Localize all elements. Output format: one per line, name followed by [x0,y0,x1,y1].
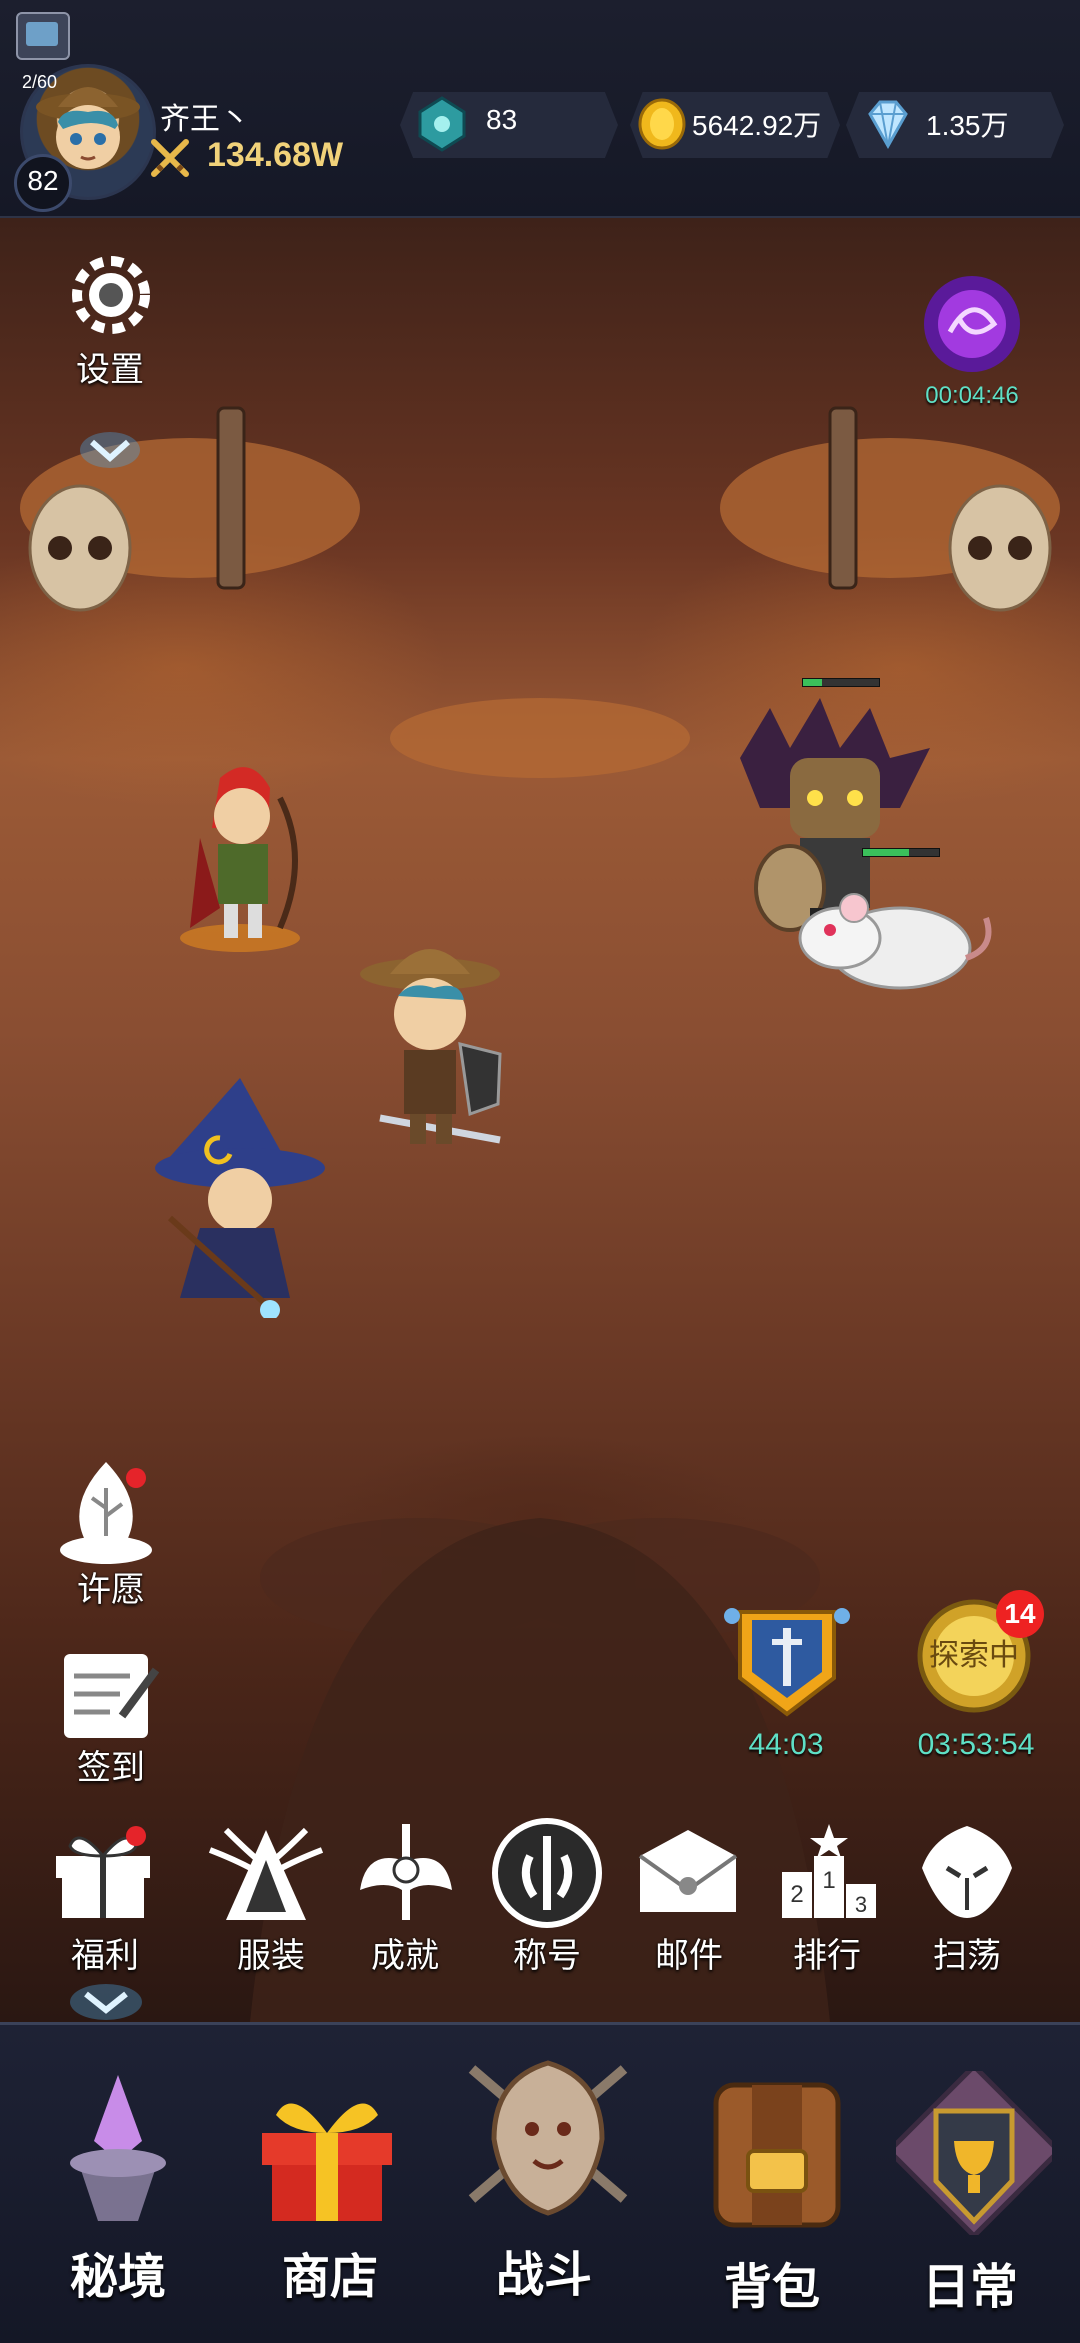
svg-text:2: 2 [790,1881,803,1908]
collapse-chevron-icon[interactable] [68,1982,144,2022]
player-name: 齐王丶 [160,103,250,136]
portal-timer: 00:04:46 [925,382,1019,409]
welfare-notification-dot [126,1826,146,1846]
gift-box-icon [262,2103,392,2221]
explore-timer: 03:53:54 [917,1728,1035,1761]
svg-text:1: 1 [822,1867,835,1894]
enemy-rat-hp-bar [862,848,940,857]
dragon-icon[interactable] [912,1818,1022,1922]
antler-icon[interactable] [206,1820,326,1924]
signin-label[interactable]: 签到 [46,1740,176,1789]
gold-count: 5642.92万 [692,110,822,141]
enemy-rat [798,893,992,990]
lion-crest-icon [468,2060,628,2216]
crossed-swords-icon [151,139,189,177]
battle-banner-icon[interactable] [722,1602,852,1722]
top-status-bar: 2/60 82 齐王丶 134.68W 83 5642.92万 1.35万 [0,0,1080,218]
enemy-boss-hp-bar [802,678,880,687]
function-row: 福利 服装 成就 称号 邮件 2 1 3 排行 扫荡 [0,1808,1080,2008]
explore-count-badge: 14 [996,1590,1044,1638]
nav-daily[interactable]: 日常 [880,2071,1068,2321]
gold-coin-icon [638,98,686,150]
svg-text:3: 3 [855,1892,867,1917]
nav-label-daily: 日常 [921,2261,1018,2314]
nav-battle[interactable]: 战斗 [454,2049,642,2319]
func-label-ranking[interactable]: 排行 [762,1928,892,1977]
title-emblem-icon[interactable] [490,1816,604,1930]
chevron-down-icon[interactable] [78,430,142,470]
nav-shop[interactable]: 商店 [236,2071,424,2321]
stamina-counter: 2/60 [22,72,58,92]
bottom-navigation: 秘境 商店 战斗 背包 日常 [0,2022,1080,2343]
nav-label-backpack: 背包 [723,2261,820,2314]
signin-notepad-icon[interactable] [60,1646,160,1742]
battle-timer: 44:03 [748,1728,824,1761]
portal-orb-icon[interactable] [920,272,1024,376]
wish-notification-dot [126,1468,146,1488]
crystal-island-icon [70,2075,166,2221]
gem-count: 83 [486,104,518,135]
gear-icon[interactable] [66,250,156,340]
hero-knight [360,949,502,1144]
wing-sword-icon[interactable] [356,1820,456,1924]
func-label-mail[interactable]: 邮件 [624,1928,754,1977]
nav-backpack[interactable]: 背包 [682,2071,870,2321]
hero-wizard [155,1078,325,1318]
podium-icon[interactable]: 2 1 3 [778,1818,878,1922]
diamond-count: 1.35万 [926,110,1009,141]
combat-power-value: 134.68W [207,136,344,174]
tv-icon[interactable] [16,12,70,60]
wish-label[interactable]: 许愿 [46,1562,176,1611]
battle-scene: 设置 00:04:46 许愿 签到 44:03 探索中 14 03:53:54 … [0,218,1080,2022]
func-label-achievement[interactable]: 成就 [340,1928,470,1977]
gem-icon [418,96,466,152]
func-label-costume[interactable]: 服装 [206,1928,336,1977]
settings-label[interactable]: 设置 [50,342,170,391]
func-label-sweep[interactable]: 扫荡 [902,1928,1032,1977]
nav-label-shop: 商店 [281,2251,378,2304]
chalice-shield-icon [896,2071,1052,2235]
diamond-icon [868,100,908,150]
hero-archer [180,767,300,952]
player-level-badge: 82 [14,154,72,212]
mail-icon[interactable] [636,1826,740,1916]
backpack-icon [713,2082,841,2228]
func-label-welfare[interactable]: 福利 [40,1928,170,1977]
nav-label-battle: 战斗 [495,2249,592,2302]
nav-secret-realm[interactable]: 秘境 [24,2071,212,2321]
func-label-title[interactable]: 称号 [482,1928,612,1977]
nav-label-secret-realm: 秘境 [69,2251,166,2304]
